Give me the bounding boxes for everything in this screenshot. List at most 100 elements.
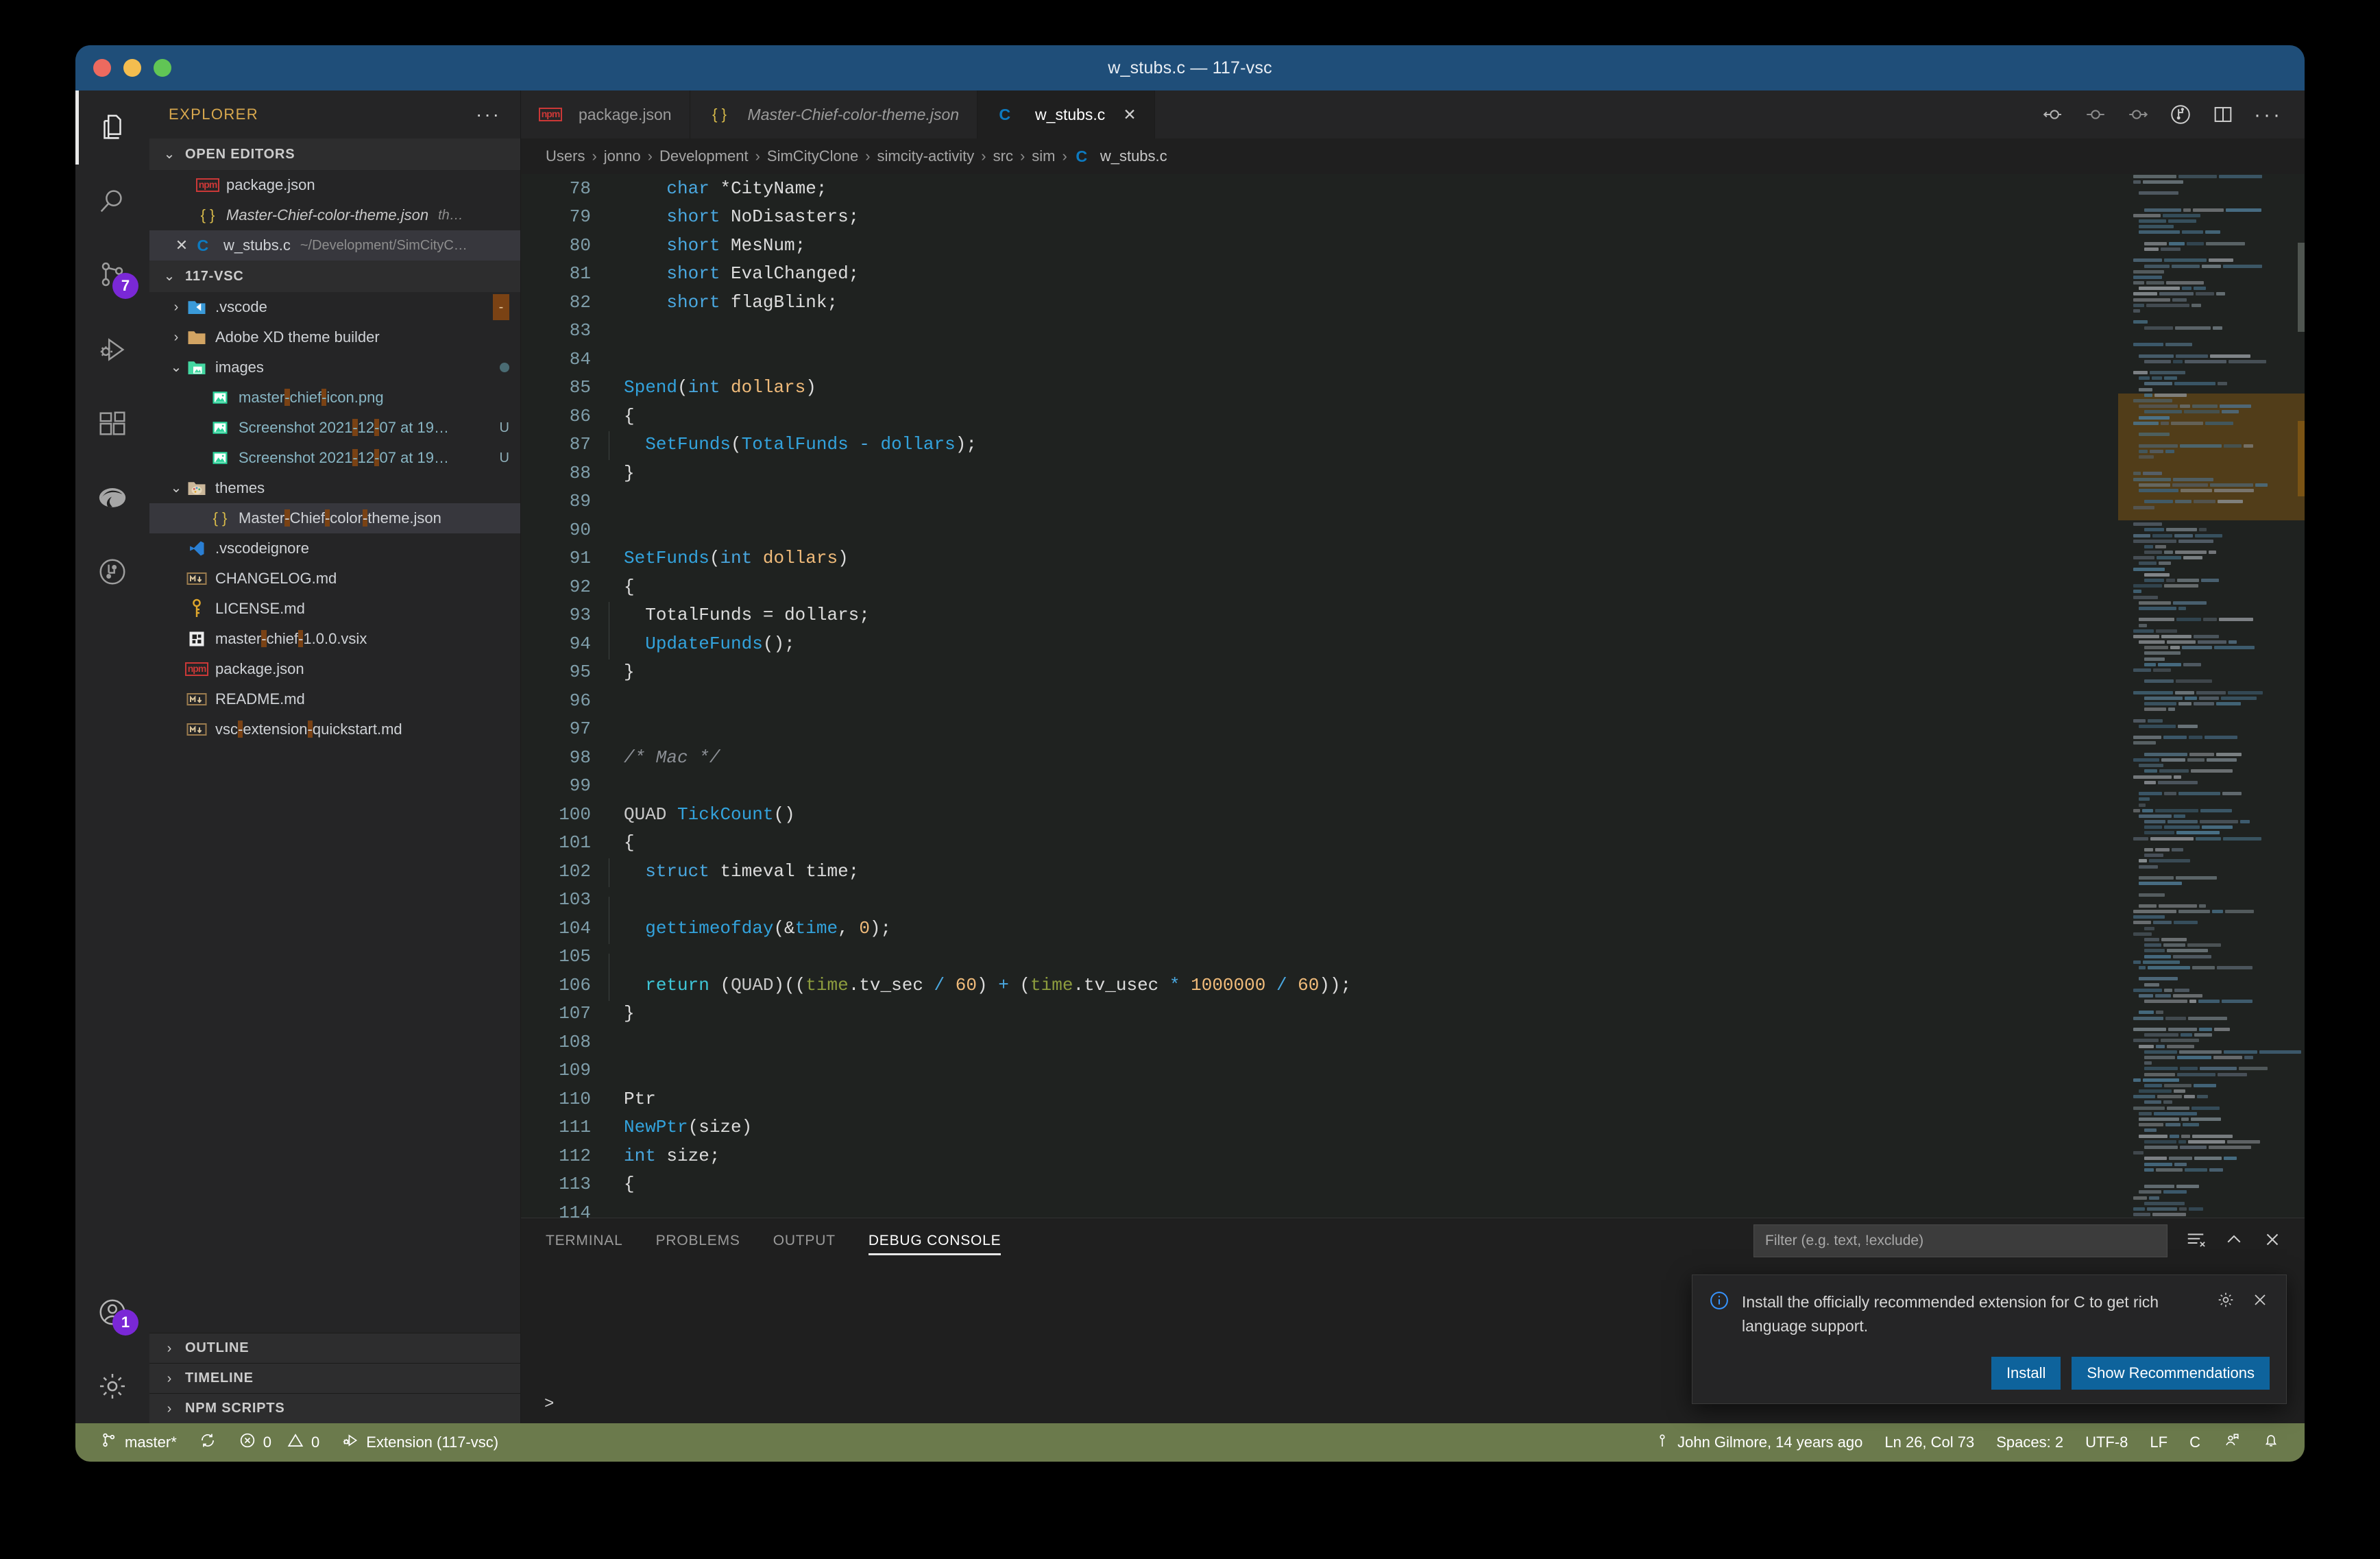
breadcrumb-item[interactable]: jonno xyxy=(604,147,641,165)
code-line[interactable]: 91SetFunds(int dollars) xyxy=(521,544,2118,573)
section-timeline[interactable]: › TIMELINE xyxy=(149,1363,520,1393)
manage-settings-button[interactable] xyxy=(75,1349,149,1423)
go-to-icon[interactable] xyxy=(2084,103,2107,126)
open-editor-item[interactable]: npm package.json xyxy=(149,170,520,200)
tree-item[interactable]: ⌄themes xyxy=(149,473,520,503)
open-editor-item-active[interactable]: ✕ C w_stubs.c ~/Development/SimCityC… xyxy=(149,230,520,261)
code-line[interactable]: 113{ xyxy=(521,1170,2118,1199)
show-recommendations-button[interactable]: Show Recommendations xyxy=(2072,1357,2270,1390)
status-sync[interactable] xyxy=(188,1423,228,1462)
code-line[interactable]: 87 SetFunds(TotalFunds - dollars); xyxy=(521,431,2118,459)
status-eol[interactable]: LF xyxy=(2139,1423,2178,1462)
gear-icon[interactable] xyxy=(2216,1290,2235,1313)
status-indentation[interactable]: Spaces: 2 xyxy=(1985,1423,2074,1462)
status-feedback[interactable] xyxy=(2211,1423,2251,1462)
breadcrumb-item[interactable]: Development xyxy=(659,147,749,165)
chevron-right-icon[interactable]: › xyxy=(167,300,185,314)
go-back-icon[interactable] xyxy=(2041,103,2065,126)
breadcrumb-item[interactable]: src xyxy=(993,147,1013,165)
breadcrumb-item[interactable]: w_stubs.c xyxy=(1100,147,1167,165)
code-line[interactable]: 104 gettimeofday(&time, 0); xyxy=(521,914,2118,943)
tree-item[interactable]: ›.vscode- xyxy=(149,292,520,322)
section-workspace[interactable]: ⌄ 117-VSC xyxy=(149,261,520,292)
tree-item[interactable]: LICENSE.md xyxy=(149,594,520,624)
sidebar-item-browser-preview[interactable] xyxy=(75,461,149,535)
close-icon[interactable] xyxy=(2250,1290,2270,1313)
code-line[interactable]: 93 TotalFunds = dollars; xyxy=(521,601,2118,630)
accounts-button[interactable]: 1 xyxy=(75,1275,149,1349)
collapse-panel-icon[interactable] xyxy=(2224,1229,2244,1253)
install-button[interactable]: Install xyxy=(1991,1357,2061,1390)
code-line[interactable]: 80 short MesNum; xyxy=(521,231,2118,260)
tab-terminal[interactable]: TERMINAL xyxy=(546,1218,623,1264)
more-actions-icon[interactable]: ··· xyxy=(2254,110,2283,120)
code-line[interactable]: 86{ xyxy=(521,402,2118,431)
sidebar-item-git-graph[interactable] xyxy=(75,535,149,609)
tree-item[interactable]: Screenshot 2021-12-07 at 19…U xyxy=(149,443,520,473)
code-line[interactable]: 106 return (QUAD)((time.tv_sec / 60) + (… xyxy=(521,971,2118,1000)
code-line[interactable]: 109 xyxy=(521,1056,2118,1085)
status-branch[interactable]: master* xyxy=(89,1423,188,1462)
tree-item[interactable]: Screenshot 2021-12-07 at 19…U xyxy=(149,413,520,443)
code-editor[interactable]: 78 char *CityName;79 short NoDisasters;8… xyxy=(521,174,2305,1218)
code-line[interactable]: 92{ xyxy=(521,572,2118,601)
split-editor-icon[interactable] xyxy=(2211,103,2235,126)
tree-item[interactable]: .vscodeignore xyxy=(149,533,520,564)
code-line[interactable]: 97 xyxy=(521,715,2118,744)
timeline-icon[interactable] xyxy=(2169,103,2192,126)
code-line[interactable]: 100QUAD TickCount() xyxy=(521,800,2118,829)
status-launch-config[interactable]: Extension (117-vsc) xyxy=(330,1423,509,1462)
breadcrumb-item[interactable]: SimCityClone xyxy=(767,147,858,165)
chevron-down-icon[interactable]: ⌄ xyxy=(167,481,185,495)
clear-console-icon[interactable] xyxy=(2185,1229,2206,1253)
code-line[interactable]: 79 short NoDisasters; xyxy=(521,203,2118,232)
code-line[interactable]: 110Ptr xyxy=(521,1085,2118,1113)
debug-console-body[interactable]: > Install the officially recommended ext… xyxy=(521,1264,2305,1423)
close-icon[interactable]: ✕ xyxy=(170,237,193,254)
tree-item[interactable]: master-chief-1.0.0.vsix xyxy=(149,624,520,654)
status-encoding[interactable]: UTF-8 xyxy=(2074,1423,2139,1462)
code-line[interactable]: 107} xyxy=(521,1000,2118,1028)
sidebar-more-actions[interactable]: ··· xyxy=(476,109,501,121)
breadcrumb-item[interactable]: simcity-activity xyxy=(877,147,975,165)
minimap-scrollbar[interactable] xyxy=(2298,243,2305,332)
sidebar-item-source-control[interactable]: 7 xyxy=(75,239,149,313)
close-panel-icon[interactable] xyxy=(2262,1229,2283,1253)
sidebar-item-search[interactable] xyxy=(75,165,149,239)
code-line[interactable]: 108 xyxy=(521,1028,2118,1056)
tab-master-chief-color-theme-json[interactable]: { } Master-Chief-color-theme.json xyxy=(690,90,978,138)
tree-item[interactable]: CHANGELOG.md xyxy=(149,564,520,594)
sidebar-item-run-and-debug[interactable] xyxy=(75,313,149,387)
section-npm-scripts[interactable]: › NPM SCRIPTS xyxy=(149,1393,520,1423)
status-cursor-position[interactable]: Ln 26, Col 73 xyxy=(1873,1423,1985,1462)
tree-item[interactable]: README.md xyxy=(149,684,520,714)
code-line[interactable]: 98/* Mac */ xyxy=(521,743,2118,772)
close-icon[interactable]: ✕ xyxy=(1123,106,1136,124)
tree-item[interactable]: npmpackage.json xyxy=(149,654,520,684)
code-line[interactable]: 85Spend(int dollars) xyxy=(521,374,2118,402)
code-line[interactable]: 84 xyxy=(521,345,2118,374)
open-editor-item[interactable]: { } Master-Chief-color-theme.json th… xyxy=(149,200,520,230)
code-line[interactable]: 81 short EvalChanged; xyxy=(521,260,2118,289)
status-git-blame[interactable]: John Gilmore, 14 years ago xyxy=(1643,1423,1873,1462)
code-line[interactable]: 114 xyxy=(521,1198,2118,1218)
tab-debug-console[interactable]: DEBUG CONSOLE xyxy=(869,1218,1001,1264)
tab-w-stubs-c[interactable]: C w_stubs.c ✕ xyxy=(977,90,1155,138)
code-line[interactable]: 94 UpdateFunds(); xyxy=(521,629,2118,658)
code-line[interactable]: 83 xyxy=(521,317,2118,346)
code-line[interactable]: 89 xyxy=(521,487,2118,516)
tree-item[interactable]: vsc-extension-quickstart.md xyxy=(149,714,520,745)
debug-console-prompt[interactable]: > xyxy=(544,1395,554,1414)
breadcrumb-item[interactable]: sim xyxy=(1032,147,1055,165)
code-line[interactable]: 78 char *CityName; xyxy=(521,174,2118,203)
status-language-mode[interactable]: C xyxy=(2178,1423,2211,1462)
status-notifications[interactable] xyxy=(2251,1423,2291,1462)
code-line[interactable]: 96 xyxy=(521,686,2118,715)
chevron-right-icon[interactable]: › xyxy=(167,330,185,344)
code-lines[interactable]: 78 char *CityName;79 short NoDisasters;8… xyxy=(521,174,2118,1218)
tab-output[interactable]: OUTPUT xyxy=(773,1218,836,1264)
code-line[interactable]: 88} xyxy=(521,459,2118,487)
code-line[interactable]: 105 xyxy=(521,943,2118,971)
code-line[interactable]: 95} xyxy=(521,658,2118,687)
status-problems[interactable]: 0 0 xyxy=(228,1423,331,1462)
